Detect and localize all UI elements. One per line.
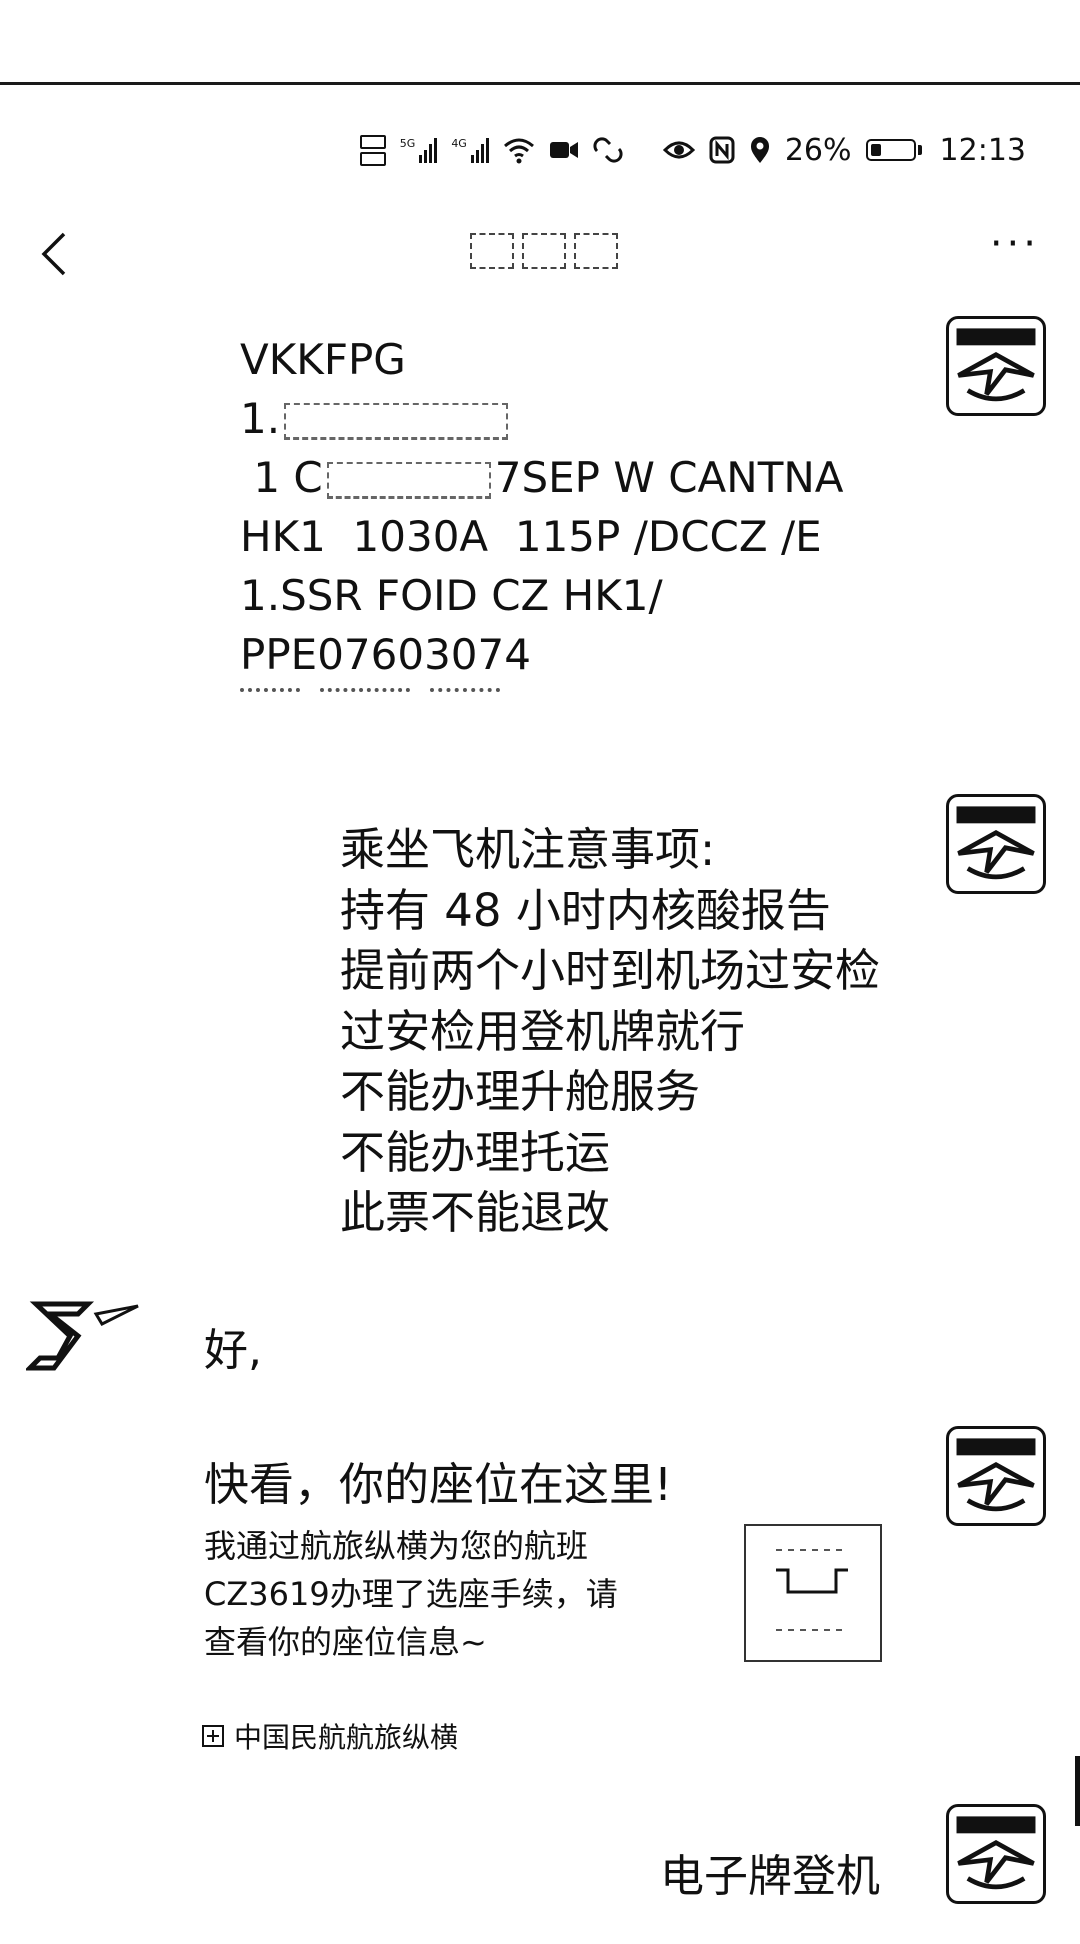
link-icon (593, 137, 623, 163)
pnr-line-1: VKKFPG (240, 335, 406, 384)
redacted-flight (326, 462, 491, 499)
card-line: 我通过航旅纵横为您的航班 (204, 1527, 589, 1565)
top-divider (0, 82, 1080, 85)
notice-line: 不能办理托运 (340, 1125, 611, 1179)
pnr-message: VKKFPG 1. 1 C 7SEP W CANTNA HK1 1030A 115P … (240, 330, 844, 684)
dual-sim-icon (359, 134, 386, 166)
contact-avatar[interactable] (946, 1426, 1046, 1526)
pnr-line-6: PPE07603074 (240, 630, 531, 679)
battery-fill (870, 144, 881, 156)
battery-icon (865, 139, 922, 161)
clock-time: 12:13 (939, 132, 1026, 168)
pnr-line-4: HK1 1030A 115P /DCCZ /E (240, 512, 822, 561)
notice-line: 乘坐飞机注意事项: (340, 823, 716, 876)
signal-2-label: 4G (451, 137, 467, 150)
card-title[interactable]: 快看，你的座位在这里! (204, 1448, 672, 1513)
contact-avatar[interactable] (946, 1804, 1046, 1904)
last-message: 电子牌登机 (660, 1851, 880, 1902)
scrollbar[interactable] (1075, 1756, 1080, 1826)
card-source[interactable]: 中国民航航旅纵横 (202, 1716, 458, 1756)
card-description[interactable]: 我通过航旅纵横为您的航班 CZ3619办理了选座手续，请 查看你的座位信息~ (204, 1522, 704, 1666)
pnr-line-3: 1 C 7SEP W CANTNA (240, 448, 844, 507)
reply-message: 好, (204, 1325, 262, 1376)
pnr-line-2: 1. (240, 389, 844, 448)
notice-line: 此票不能退改 (340, 1186, 611, 1239)
status-bar: 5G 4G 26% 12:13 (359, 128, 1026, 172)
card-source-label: 中国民航航旅纵横 (234, 1721, 459, 1754)
pnr-line-2-prefix: 1. (240, 394, 281, 443)
card-line: CZ3619办理了选座手续，请 (204, 1575, 618, 1613)
more-options-icon[interactable]: ··· (990, 224, 1040, 264)
pnr-line-3-prefix: 1 C (240, 453, 323, 502)
video-icon (549, 139, 579, 161)
notice-line: 提前两个小时到机场过安检 (340, 944, 881, 997)
notice-line: 过安检用登机牌就行 (340, 1004, 746, 1058)
wifi-icon (503, 136, 535, 164)
notice-line: 不能办理升舱服务 (340, 1065, 701, 1118)
contact-avatar[interactable] (946, 794, 1046, 894)
redacted-name (284, 403, 509, 440)
location-icon (749, 136, 771, 164)
chat-title-redacted (470, 226, 620, 276)
signal-icon-2: 4G (451, 137, 489, 163)
app-source-icon (202, 1725, 224, 1747)
sender-logo-icon[interactable] (23, 1296, 144, 1376)
clipped-text-line (240, 688, 620, 704)
signal-1-label: 5G (399, 137, 416, 150)
eye-icon (662, 139, 695, 161)
pnr-line-5: 1.SSR FOID CZ HK1/ (240, 571, 663, 620)
notice-message: 乘坐飞机注意事项: 持有 48 小时内核酸报告 提前两个小时到机场过安检 过安检… (340, 820, 880, 1244)
seat-thumbnail-icon[interactable] (744, 1524, 882, 1662)
card-line: 查看你的座位信息~ (204, 1623, 487, 1661)
contact-avatar[interactable] (946, 316, 1046, 416)
battery-percent: 26% (784, 132, 852, 168)
nfc-icon (709, 136, 735, 164)
notice-line: 持有 48 小时内核酸报告 (340, 883, 831, 937)
signal-icon-1: 5G (400, 137, 438, 163)
pnr-line-3-suffix: 7SEP W CANTNA (494, 453, 844, 502)
chevron-left-icon[interactable] (34, 226, 78, 282)
